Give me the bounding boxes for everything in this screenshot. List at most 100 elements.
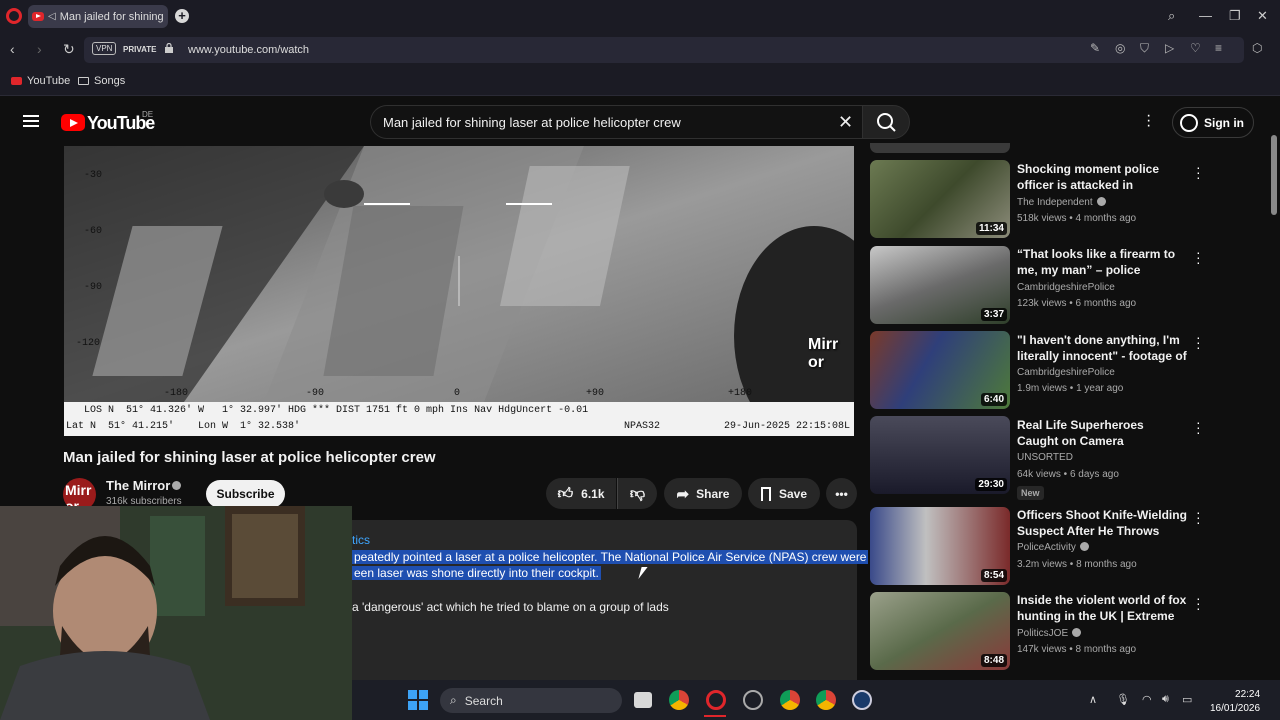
recommendation-channel[interactable]: CambridgeshirePolice [1017, 282, 1115, 293]
recommendation-title[interactable]: "I haven't done anything, I'm literally … [1017, 332, 1187, 364]
webcam-overlay [0, 506, 352, 720]
browser-tab[interactable]: ◁ Man jailed for shining [28, 5, 168, 28]
obs-icon[interactable] [743, 690, 763, 710]
lock-icon[interactable] [165, 43, 173, 53]
search-tabs-icon[interactable]: ⌕ [1168, 8, 1175, 24]
telemetry-timestamp: 29-Jun-2025 22:15:08L [724, 421, 851, 432]
recommendation-thumbnail[interactable]: 11:34 [870, 160, 1010, 238]
save-button[interactable]: Save [748, 478, 820, 509]
heading-tick: +180 [728, 388, 753, 399]
new-tab-button[interactable]: + [175, 9, 189, 23]
thumbs-down-icon: 👎︎ [629, 484, 646, 502]
thermal-footage [64, 146, 854, 402]
opera-logo-icon[interactable] [6, 8, 22, 24]
recommendation-channel[interactable]: The Independent [1017, 197, 1106, 208]
recommendation-title[interactable]: Shocking moment police officer is attack… [1017, 161, 1187, 193]
task-view-icon[interactable] [634, 692, 652, 708]
pitch-tick: -60 [84, 226, 103, 237]
channel-name[interactable]: The Mirror [106, 478, 170, 493]
youtube-icon [11, 77, 22, 85]
recommendation-thumbnail[interactable]: 8:54 [870, 507, 1010, 585]
telemetry-line-2: Lat N 51° 41.215' Lon W 1° 32.538' [66, 421, 301, 432]
pitch-tick: -120 [76, 338, 101, 349]
search-query-text[interactable]: Man jailed for shining laser at police h… [383, 115, 681, 130]
recommendation-title[interactable]: Officers Shoot Knife-Wielding Suspect Af… [1017, 507, 1187, 539]
edit-icon[interactable]: ✎ [1090, 41, 1100, 55]
reload-icon[interactable]: ↻ [63, 41, 75, 58]
subscribe-button[interactable]: Subscribe [206, 480, 285, 508]
opera-taskbar-icon[interactable] [706, 690, 726, 710]
heading-tick: -180 [164, 388, 189, 399]
video-title: Man jailed for shining laser at police h… [63, 449, 436, 466]
video-duration: 8:54 [980, 569, 1007, 582]
recommendation-menu-icon[interactable]: · · · [1196, 245, 1201, 269]
bookmark-songs[interactable]: Songs [78, 75, 125, 87]
video-player[interactable]: -30 -60 -90 -120 -180 -90 0 +90 +180 Mir… [64, 146, 854, 436]
telemetry-unit: NPAS32 [624, 421, 661, 432]
wifi-icon[interactable]: ◠ [1142, 693, 1152, 706]
recommendation-menu-icon[interactable]: · · · [1196, 591, 1201, 615]
recommendation-title[interactable]: Inside the violent world of fox hunting … [1017, 592, 1187, 624]
recommendation-thumbnail-partial[interactable] [870, 143, 1010, 153]
battery-icon[interactable]: ▭ [1182, 693, 1192, 706]
recommendation-menu-icon[interactable]: · · · [1196, 330, 1201, 354]
new-badge: New [1017, 486, 1044, 500]
recommendation-thumbnail[interactable]: 3:37 [870, 246, 1010, 324]
clear-search-icon[interactable]: ✕ [838, 112, 853, 133]
steam-icon[interactable] [852, 690, 872, 710]
windows-start-icon[interactable] [408, 690, 428, 710]
recommendation-title[interactable]: “That looks like a firearm to me, my man… [1017, 246, 1187, 278]
shield-icon[interactable]: ⛉ [1140, 41, 1149, 56]
recommendation-menu-icon[interactable]: · · · [1196, 415, 1201, 439]
bookmark-youtube[interactable]: YouTube [11, 75, 70, 87]
recommendation-menu-icon[interactable]: · · · [1196, 505, 1201, 529]
description-tag-link[interactable]: tics [352, 533, 370, 547]
youtube-logo-icon[interactable] [61, 114, 85, 131]
sign-in-button[interactable]: Sign in [1172, 107, 1254, 138]
volume-icon[interactable]: 🔊︎ [1162, 693, 1169, 706]
recommendation-thumbnail[interactable]: 6:40 [870, 331, 1010, 409]
maximize-button[interactable]: ❐ [1229, 8, 1241, 24]
search-icon [877, 113, 896, 132]
scrollbar-thumb[interactable] [1271, 135, 1277, 215]
chrome-profile-icon[interactable] [816, 690, 836, 710]
forward-icon[interactable]: › [37, 41, 42, 57]
browser-tab-bar [0, 0, 1280, 33]
recommendation-menu-icon[interactable]: · · · [1196, 160, 1201, 184]
taskbar-search[interactable]: ⌕ Search [440, 688, 622, 713]
tray-overflow-icon[interactable]: ∧ [1089, 693, 1097, 706]
recommendation-title[interactable]: Real Life Superheroes Caught on Camera [1017, 417, 1187, 449]
more-actions-button[interactable]: ••• [826, 478, 857, 509]
recommendation-channel[interactable]: PoliceActivity [1017, 542, 1089, 553]
chrome-icon[interactable] [669, 690, 689, 710]
search-button[interactable] [862, 105, 910, 139]
recommendation-meta: 147k views • 8 months ago [1017, 644, 1137, 655]
like-button[interactable]: 👍︎ 6.1k [546, 478, 616, 509]
play-icon[interactable]: ▷ [1165, 41, 1174, 55]
extensions-icon[interactable]: ⬡ [1252, 41, 1262, 55]
recommendation-channel[interactable]: UNSORTED [1017, 452, 1073, 463]
taskbar-clock[interactable]: 22:24 16/01/2026 [1210, 688, 1260, 716]
close-window-button[interactable]: ✕ [1257, 8, 1268, 24]
hamburger-menu-icon[interactable] [23, 115, 39, 127]
dislike-button[interactable]: 👎︎ [617, 478, 657, 509]
microphone-icon[interactable]: 🎙︎ [1116, 693, 1130, 706]
camera-icon[interactable]: ◎ [1115, 41, 1125, 55]
chrome-dev-icon[interactable] [780, 690, 800, 710]
speaker-icon[interactable]: ◁ [48, 11, 56, 22]
vpn-badge[interactable]: VPN [92, 42, 117, 55]
url-text[interactable]: www.youtube.com/watch [188, 44, 309, 56]
more-options-icon[interactable]: · · · [1146, 108, 1151, 134]
folder-icon [78, 77, 89, 85]
heart-icon[interactable]: ♡ [1190, 41, 1201, 55]
menu-icon[interactable]: ≡ [1215, 41, 1222, 55]
recommendation-channel[interactable]: PoliticsJOE [1017, 628, 1082, 639]
share-button[interactable]: ➦ Share [664, 478, 742, 509]
heading-tick: 0 [454, 388, 461, 399]
recommendation-thumbnail[interactable]: 29:30 [870, 416, 1010, 494]
recommendation-thumbnail[interactable]: 8:48 [870, 592, 1010, 670]
minimize-button[interactable]: — [1199, 8, 1212, 23]
recommendation-channel[interactable]: CambridgeshirePolice [1017, 367, 1115, 378]
back-icon[interactable]: ‹ [10, 41, 15, 57]
recommendation-meta: 1.9m views • 1 year ago [1017, 383, 1124, 394]
